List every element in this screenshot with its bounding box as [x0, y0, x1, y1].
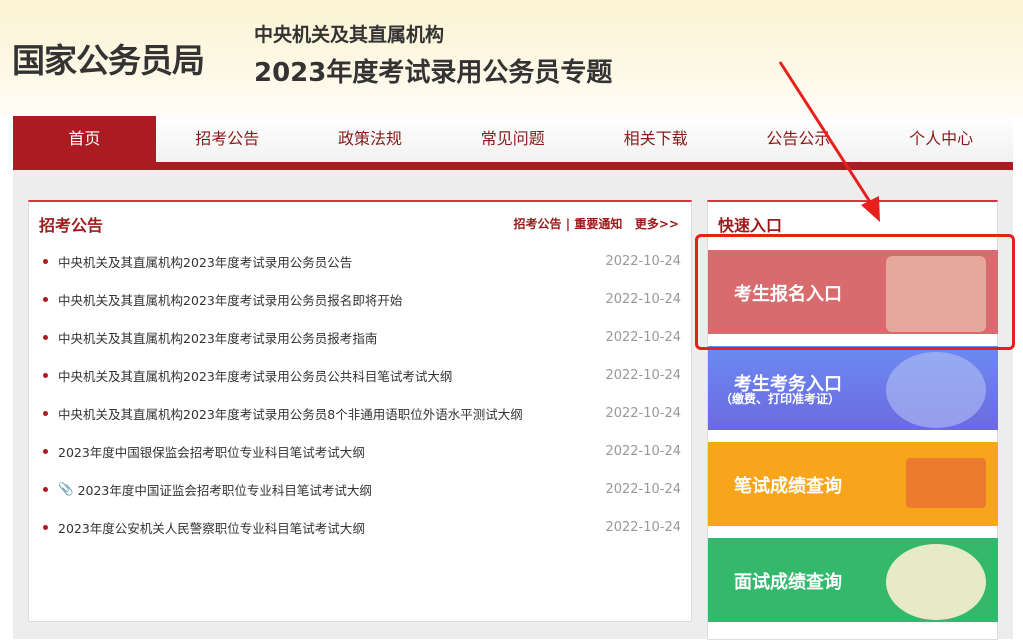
arrow-annotation-icon: [778, 61, 880, 222]
